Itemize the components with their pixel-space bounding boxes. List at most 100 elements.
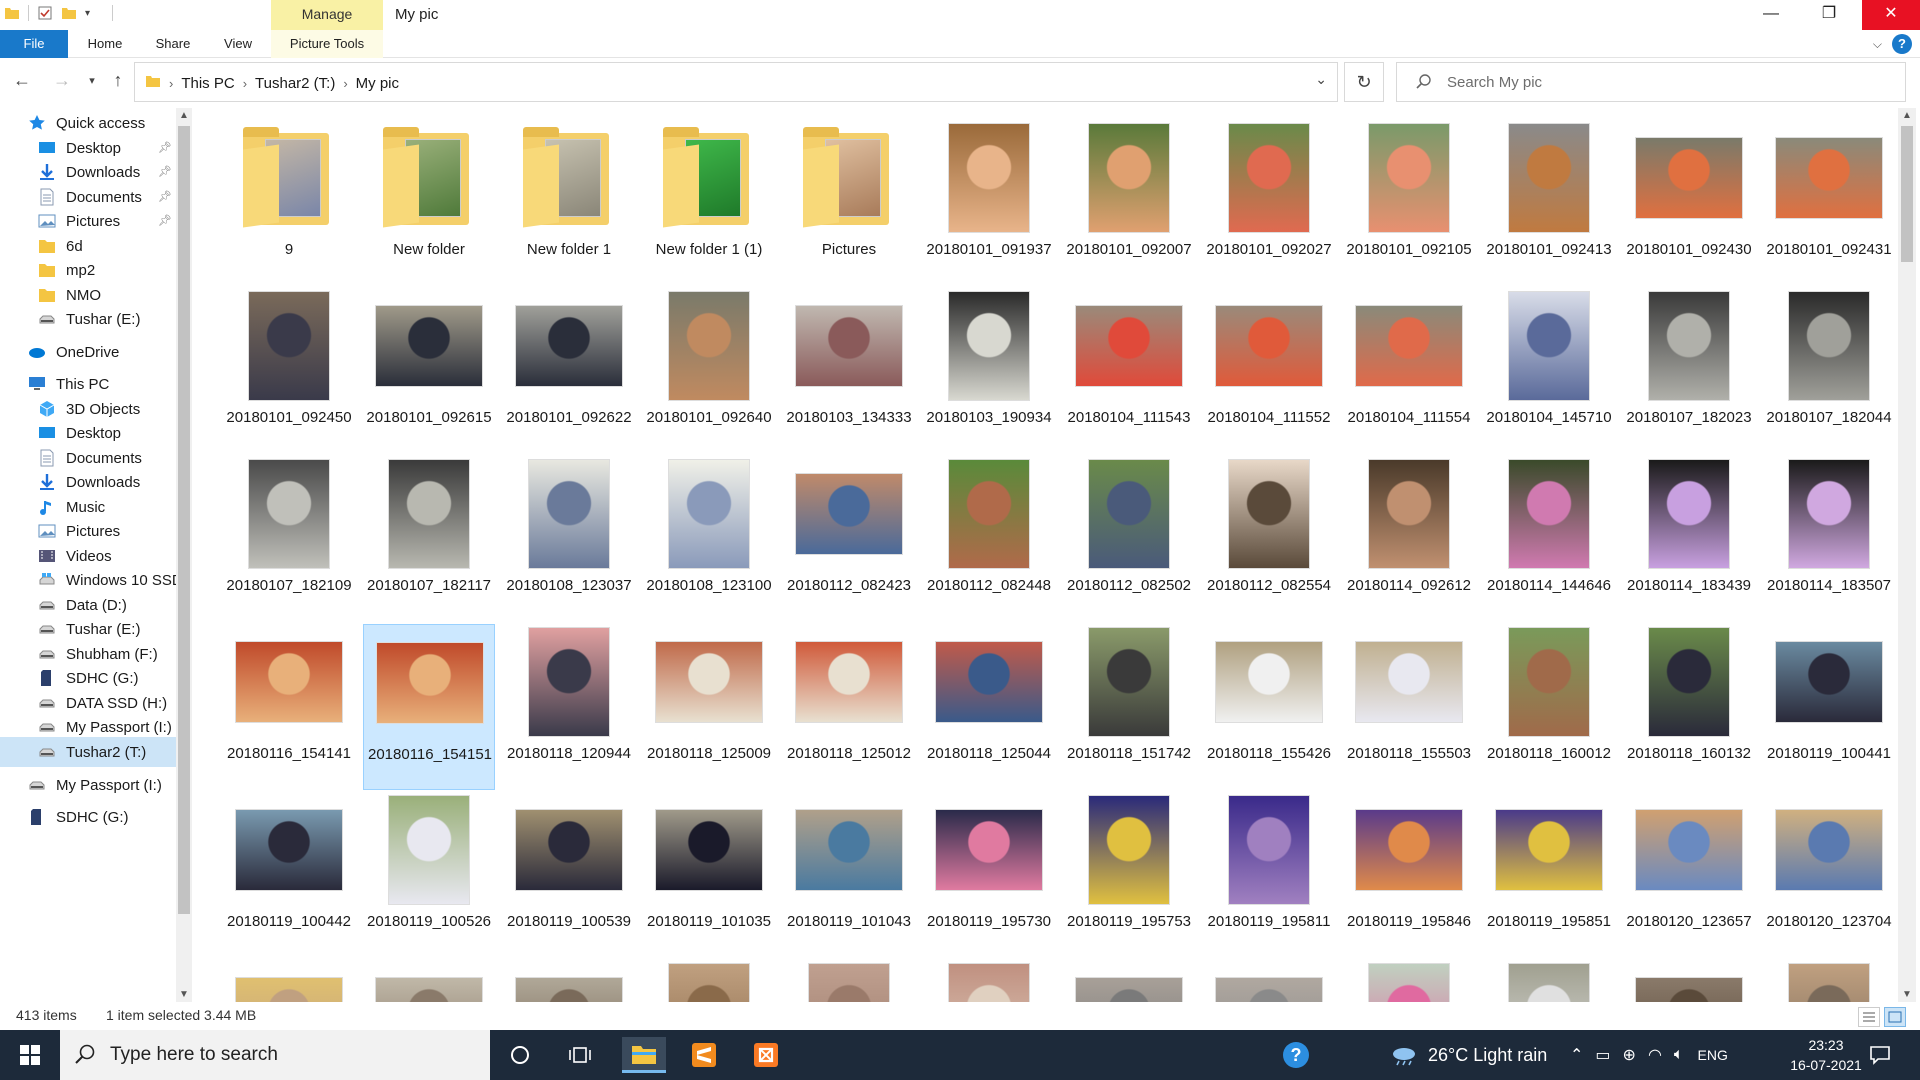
image-file-item[interactable]: 20180101_092450 bbox=[223, 288, 355, 454]
image-file-item[interactable]: 20180101_092413 bbox=[1483, 120, 1615, 286]
forward-arrow-icon[interactable]: → bbox=[50, 70, 74, 91]
expand-ribbon-icon[interactable]: ⌵ bbox=[1873, 37, 1882, 52]
sublime-text-icon[interactable] bbox=[684, 1037, 724, 1073]
folder-item[interactable]: New folder 1 (1) bbox=[643, 120, 775, 286]
image-file-item[interactable]: 20180107_182044 bbox=[1763, 288, 1895, 454]
folder-item[interactable]: New folder 1 bbox=[503, 120, 635, 286]
image-file-item[interactable]: 20180101_092615 bbox=[363, 288, 495, 454]
image-file-item[interactable] bbox=[223, 960, 355, 1002]
image-file-item[interactable]: 20180119_100539 bbox=[503, 792, 635, 958]
scroll-up-icon[interactable]: ▲ bbox=[1898, 110, 1916, 121]
notifications-icon[interactable] bbox=[1860, 1037, 1900, 1073]
image-file-item[interactable]: 20180119_195846 bbox=[1343, 792, 1475, 958]
image-file-item[interactable]: 20180119_195851 bbox=[1483, 792, 1615, 958]
sidebar-item[interactable]: Tushar (E:) bbox=[0, 304, 176, 334]
image-file-item[interactable]: 20180114_144646 bbox=[1483, 456, 1615, 622]
image-file-item[interactable]: 20180101_092105 bbox=[1343, 120, 1475, 286]
network-icon[interactable]: ⊕ bbox=[1623, 1045, 1636, 1065]
content-scrollbar-thumb[interactable] bbox=[1901, 126, 1913, 262]
image-file-item[interactable]: 20180118_125012 bbox=[783, 624, 915, 790]
tab-share[interactable]: Share bbox=[146, 30, 200, 58]
scroll-down-icon[interactable]: ▼ bbox=[1898, 989, 1916, 1000]
image-file-item[interactable]: 20180119_195753 bbox=[1063, 792, 1195, 958]
file-explorer-taskbar-icon[interactable] bbox=[622, 1037, 666, 1073]
sidebar-item[interactable]: OneDrive bbox=[0, 337, 176, 367]
scroll-down-icon[interactable]: ▼ bbox=[176, 989, 192, 1000]
image-file-item[interactable]: 20180119_100526 bbox=[363, 792, 495, 958]
image-file-item[interactable]: 20180101_092431 bbox=[1763, 120, 1895, 286]
help-icon[interactable]: ? bbox=[1892, 34, 1912, 54]
sidebar-item[interactable]: SDHC (G:) bbox=[0, 802, 176, 832]
image-file-item[interactable]: 20180107_182117 bbox=[363, 456, 495, 622]
large-icons-view-icon[interactable] bbox=[1884, 1007, 1906, 1027]
chevron-up-icon[interactable]: ⌃ bbox=[1570, 1045, 1583, 1065]
language-indicator[interactable]: ENG bbox=[1698, 1047, 1728, 1063]
image-file-item[interactable]: 20180118_151742 bbox=[1063, 624, 1195, 790]
image-file-item[interactable]: 20180107_182109 bbox=[223, 456, 355, 622]
image-file-item[interactable]: 20180120_123657 bbox=[1623, 792, 1755, 958]
image-file-item[interactable]: 20180119_100442 bbox=[223, 792, 355, 958]
image-file-item[interactable]: 20180114_183507 bbox=[1763, 456, 1895, 622]
new-folder-icon[interactable] bbox=[61, 5, 77, 21]
image-file-item[interactable]: 20180119_195811 bbox=[1203, 792, 1335, 958]
refresh-icon[interactable]: ↻ bbox=[1344, 62, 1384, 102]
image-file-item[interactable]: 20180118_125009 bbox=[643, 624, 775, 790]
image-file-item[interactable]: 20180118_125044 bbox=[923, 624, 1055, 790]
image-file-item[interactable]: 20180107_182023 bbox=[1623, 288, 1755, 454]
image-file-item[interactable]: 20180101_092007 bbox=[1063, 120, 1195, 286]
folder-icon[interactable] bbox=[4, 5, 20, 21]
crumb-current[interactable]: My pic bbox=[356, 75, 399, 92]
restore-button[interactable]: ❐ bbox=[1806, 0, 1852, 30]
sidebar-item[interactable]: My Passport (I:) bbox=[0, 770, 176, 800]
wifi-icon[interactable]: ◠ bbox=[1648, 1045, 1662, 1065]
address-bar[interactable]: › This PC › Tushar2 (T:) › My pic ⌄ bbox=[134, 62, 1338, 102]
image-file-item[interactable]: 20180114_183439 bbox=[1623, 456, 1755, 622]
tab-view[interactable]: View bbox=[214, 30, 262, 58]
tab-file[interactable]: File bbox=[0, 30, 68, 58]
crumb-drive[interactable]: Tushar2 (T:) bbox=[255, 75, 335, 92]
windows-start-icon[interactable] bbox=[0, 1030, 60, 1080]
nav-scrollbar[interactable]: ▲ ▼ bbox=[176, 108, 192, 1002]
image-file-item[interactable]: 20180118_160012 bbox=[1483, 624, 1615, 790]
tab-home[interactable]: Home bbox=[80, 30, 130, 58]
close-button[interactable]: ✕ bbox=[1862, 0, 1920, 30]
image-file-item[interactable]: 20180112_082502 bbox=[1063, 456, 1195, 622]
image-file-item[interactable]: 20180118_120944 bbox=[503, 624, 635, 790]
image-file-item[interactable]: 20180118_155426 bbox=[1203, 624, 1335, 790]
chevron-right-icon[interactable]: › bbox=[343, 76, 347, 91]
help-circle-icon[interactable]: ? bbox=[1276, 1037, 1316, 1073]
image-file-item[interactable]: 20180101_092622 bbox=[503, 288, 635, 454]
crumb-this-pc[interactable]: This PC bbox=[181, 75, 234, 92]
image-file-item[interactable] bbox=[1343, 960, 1475, 1002]
content-scrollbar[interactable]: ▲ ▼ bbox=[1898, 108, 1916, 1002]
back-arrow-icon[interactable]: ← bbox=[10, 70, 34, 91]
search-input[interactable]: Search My pic bbox=[1396, 62, 1906, 102]
image-file-item[interactable]: 20180119_195730 bbox=[923, 792, 1055, 958]
image-file-item[interactable]: 20180118_155503 bbox=[1343, 624, 1475, 790]
image-file-item[interactable] bbox=[643, 960, 775, 1002]
image-file-item[interactable]: 20180104_111552 bbox=[1203, 288, 1335, 454]
folder-item[interactable]: Pictures bbox=[783, 120, 915, 286]
manage-context-tab[interactable]: Manage bbox=[271, 0, 383, 30]
image-file-item[interactable]: 20180104_111554 bbox=[1343, 288, 1475, 454]
image-file-item[interactable] bbox=[363, 960, 495, 1002]
details-view-icon[interactable] bbox=[1858, 1007, 1880, 1027]
up-arrow-icon[interactable]: ↑ bbox=[106, 70, 130, 91]
image-file-item[interactable]: 20180116_154151 bbox=[363, 624, 495, 790]
tab-picture-tools[interactable]: Picture Tools bbox=[271, 30, 383, 58]
recent-locations-icon[interactable]: ▾ bbox=[80, 74, 104, 87]
image-file-item[interactable] bbox=[1763, 960, 1895, 1002]
chevron-right-icon[interactable]: › bbox=[243, 76, 247, 91]
image-file-item[interactable]: 20180103_190934 bbox=[923, 288, 1055, 454]
cortana-icon[interactable] bbox=[500, 1037, 540, 1073]
image-file-item[interactable]: 20180112_082448 bbox=[923, 456, 1055, 622]
taskbar-search-input[interactable]: Type here to search bbox=[60, 1030, 490, 1080]
folder-item[interactable]: New folder bbox=[363, 120, 495, 286]
properties-icon[interactable] bbox=[37, 5, 53, 21]
image-file-item[interactable]: 20180119_101043 bbox=[783, 792, 915, 958]
xampp-icon[interactable] bbox=[746, 1037, 786, 1073]
image-file-item[interactable] bbox=[1483, 960, 1615, 1002]
image-file-item[interactable]: 20180104_111543 bbox=[1063, 288, 1195, 454]
image-file-item[interactable] bbox=[503, 960, 635, 1002]
nav-scrollbar-thumb[interactable] bbox=[178, 126, 190, 914]
